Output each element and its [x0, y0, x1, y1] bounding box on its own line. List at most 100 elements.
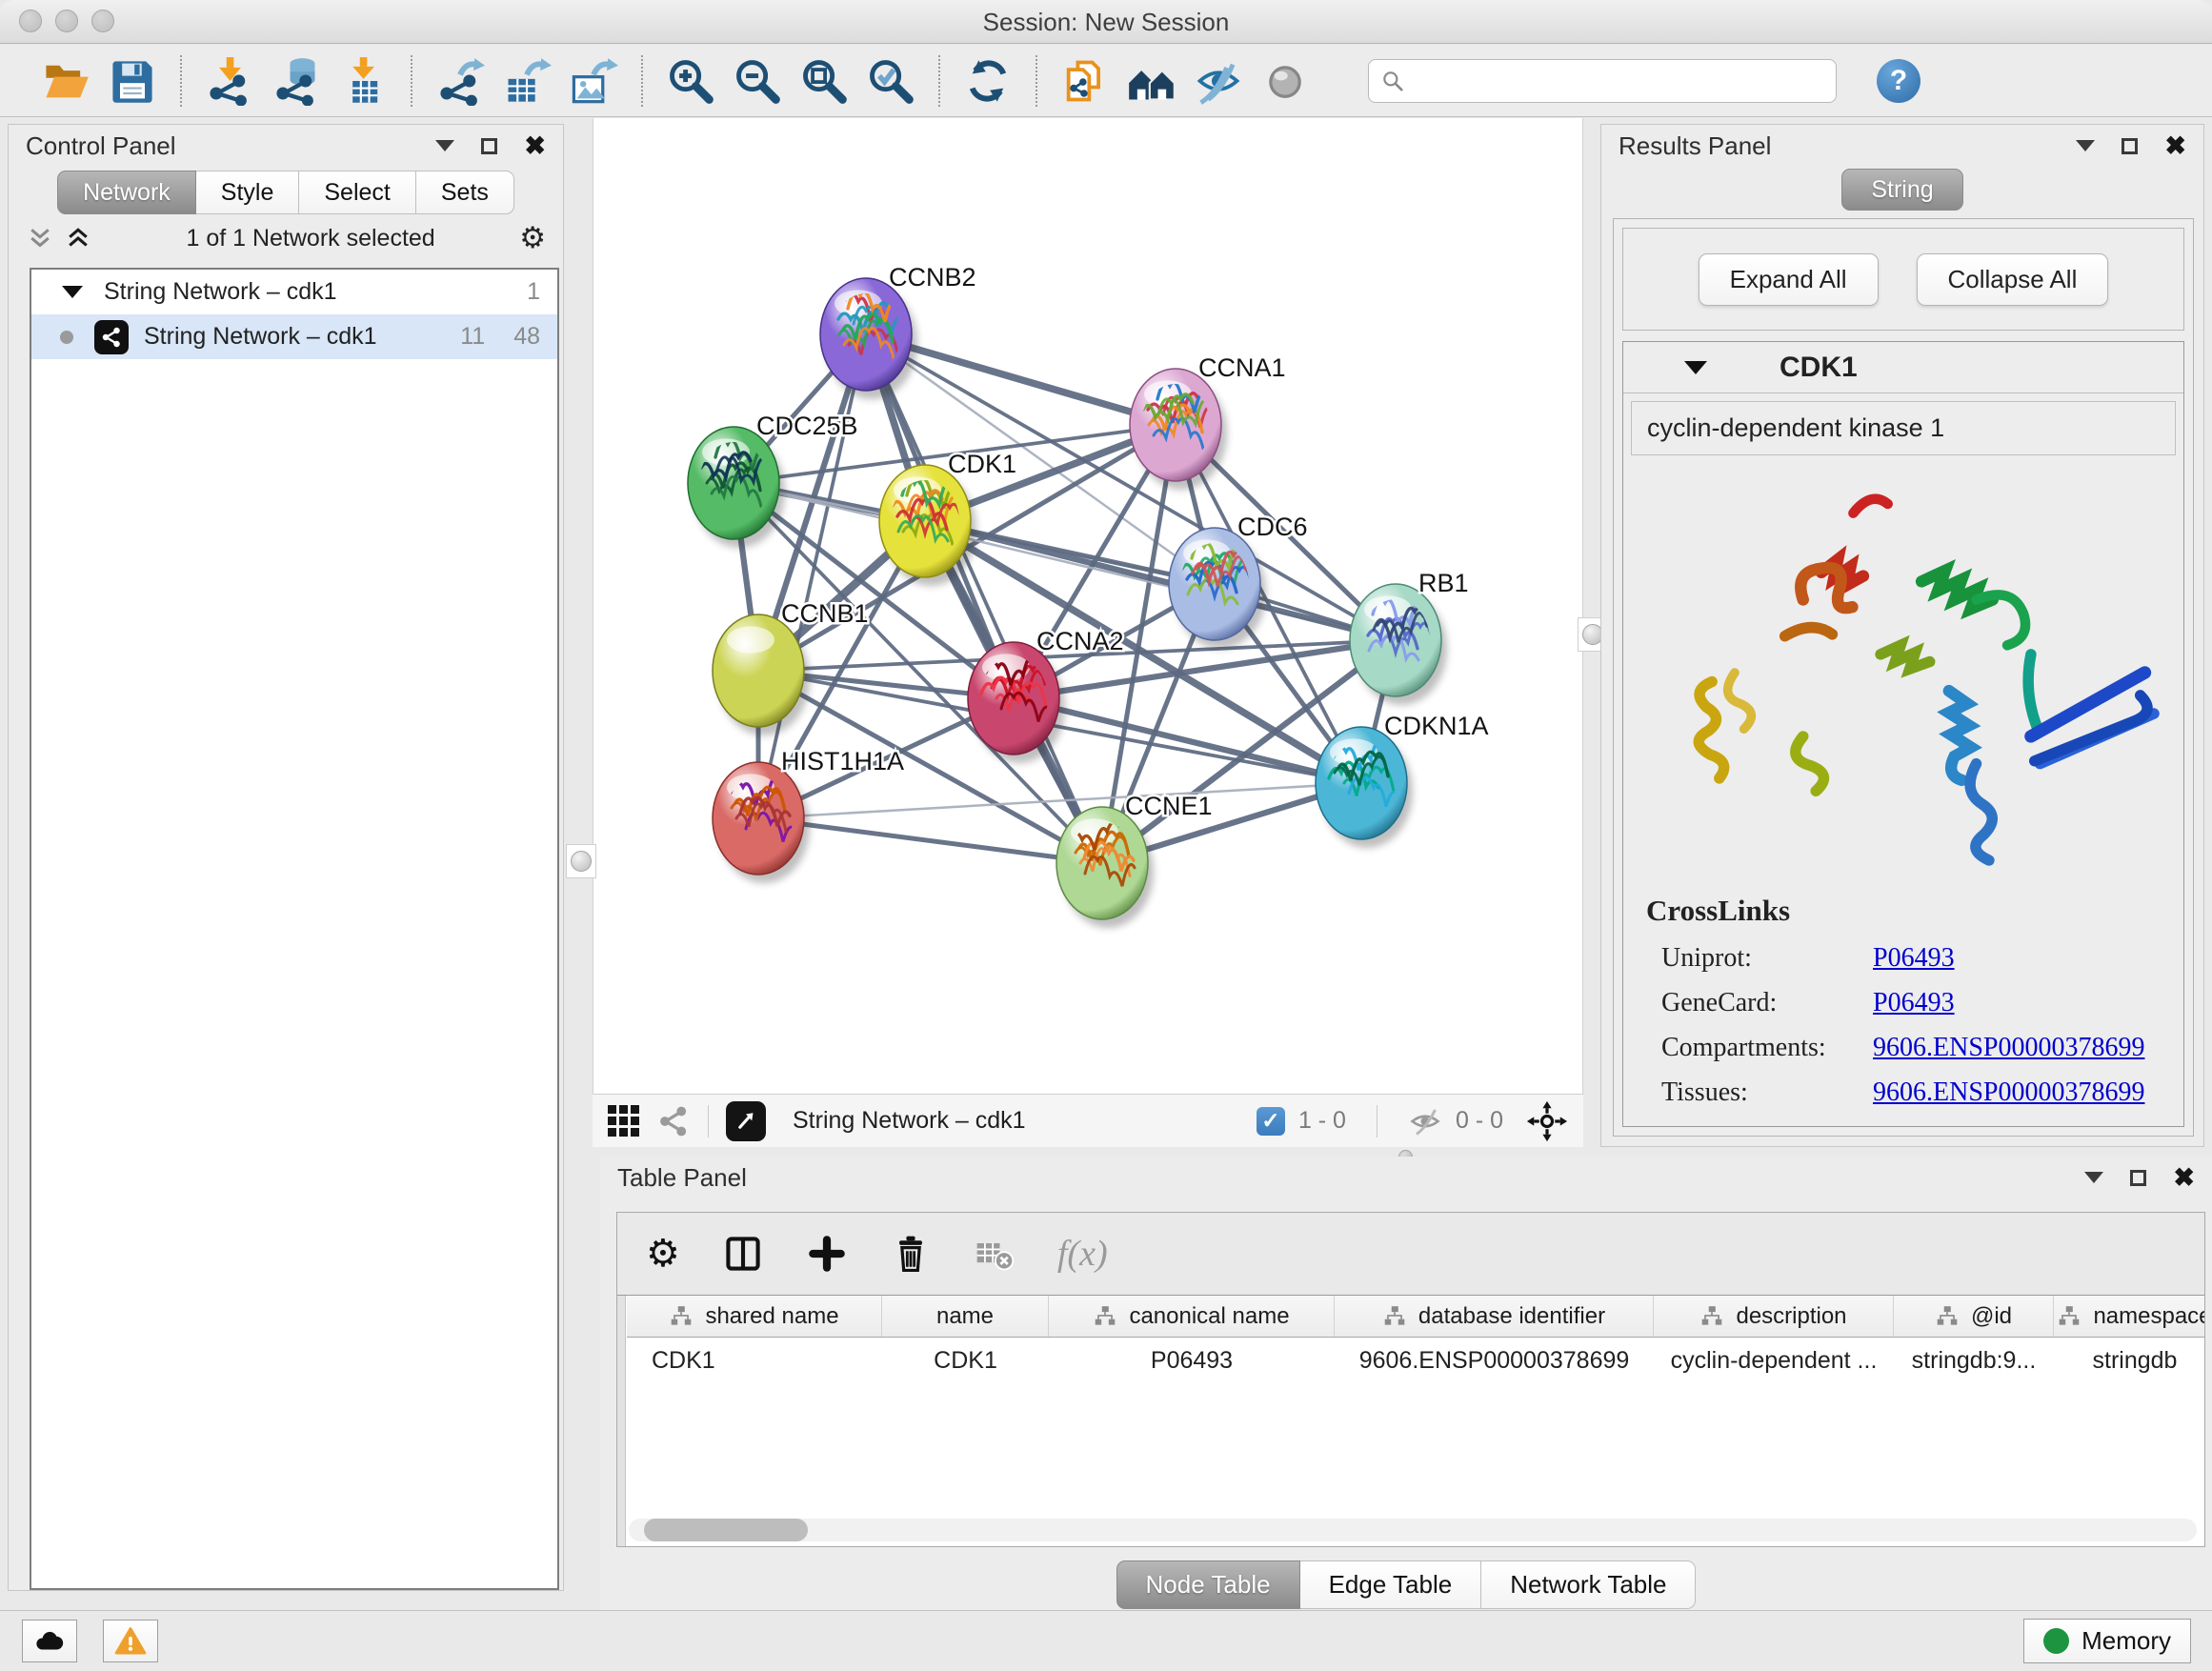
network-node-RB1[interactable]: [1350, 584, 1447, 705]
panel-close-icon[interactable]: [2173, 1165, 2195, 1191]
search-field[interactable]: [1368, 59, 1837, 103]
delete-column-icon[interactable]: [890, 1233, 932, 1275]
hide-panels-button[interactable]: [1190, 52, 1247, 110]
zoom-in-button[interactable]: [662, 52, 719, 110]
network-node-CDKN1A[interactable]: [1316, 727, 1413, 848]
export-network-button[interactable]: [432, 52, 489, 110]
window-close-button[interactable]: [19, 10, 42, 32]
table-options-gear-icon[interactable]: ⚙: [646, 1232, 680, 1276]
tab-select[interactable]: Select: [299, 171, 415, 214]
crosslink-link[interactable]: P06493: [1873, 1122, 1955, 1127]
tab-style[interactable]: Style: [196, 171, 300, 214]
column-header--id[interactable]: @id: [1894, 1296, 2054, 1337]
panel-float-icon[interactable]: [481, 138, 497, 154]
table-cell[interactable]: cyclin-dependent ...: [1654, 1338, 1894, 1383]
birds-eye-view-button[interactable]: [726, 1101, 766, 1141]
column-header-database-identifier[interactable]: database identifier: [1335, 1296, 1654, 1337]
search-input[interactable]: [1415, 67, 1824, 95]
import-table-from-file-button[interactable]: [334, 52, 392, 110]
scrollbar-thumb[interactable]: [644, 1519, 808, 1541]
tab-node-table[interactable]: Node Table: [1116, 1560, 1300, 1609]
expand-all-button[interactable]: Expand All: [1699, 253, 1879, 306]
tab-edge-table[interactable]: Edge Table: [1300, 1560, 1482, 1609]
edge-HIST1H1A-CCNE1[interactable]: [758, 818, 1102, 863]
warnings-button[interactable]: [103, 1620, 158, 1662]
cloud-button[interactable]: [22, 1620, 77, 1662]
import-network-from-file-button[interactable]: [201, 52, 258, 110]
add-column-icon[interactable]: [806, 1233, 848, 1275]
help-button[interactable]: ?: [1877, 59, 1920, 103]
show-panels-button[interactable]: [1257, 52, 1314, 110]
open-session-button[interactable]: [37, 52, 94, 110]
collection-expand-icon[interactable]: [62, 286, 83, 298]
save-session-button[interactable]: [104, 52, 161, 110]
network-node-CCNB2[interactable]: [820, 278, 917, 399]
network-collection-row[interactable]: String Network – cdk1 1: [31, 270, 557, 314]
column-header-shared-name[interactable]: shared name: [627, 1296, 882, 1337]
panel-close-icon[interactable]: [2164, 133, 2186, 159]
column-header-canonical-name[interactable]: canonical name: [1049, 1296, 1335, 1337]
network-node-CDC6[interactable]: [1169, 528, 1266, 649]
tab-network-table[interactable]: Network Table: [1481, 1560, 1696, 1609]
export-table-button[interactable]: [498, 52, 555, 110]
network-node-HIST1H1A[interactable]: [713, 762, 810, 883]
panel-menu-icon[interactable]: [2076, 140, 2095, 151]
horizontal-scrollbar[interactable]: [629, 1519, 2197, 1541]
network-share-icon[interactable]: [656, 1104, 691, 1138]
network-node-CDK1[interactable]: [879, 465, 976, 586]
table-cell[interactable]: CDK1: [627, 1338, 882, 1383]
panel-menu-icon[interactable]: [435, 140, 454, 151]
table-row[interactable]: CDK1CDK1P064939606.ENSP00000378699cyclin…: [627, 1338, 2204, 1383]
gene-entry-header[interactable]: CDK1: [1623, 342, 2183, 393]
window-zoom-button[interactable]: [91, 10, 114, 32]
crosslink-link[interactable]: P06493: [1873, 943, 1955, 974]
column-header-namespace[interactable]: namespace: [2054, 1296, 2204, 1337]
import-network-from-database-button[interactable]: [268, 52, 325, 110]
panel-float-icon[interactable]: [2122, 138, 2138, 154]
zoom-out-button[interactable]: [729, 52, 786, 110]
network-node-CCNE1[interactable]: [1056, 807, 1154, 928]
collapse-all-button[interactable]: Collapse All: [1917, 253, 2109, 306]
network-node-CCNA1[interactable]: [1130, 369, 1227, 490]
network-view-canvas[interactable]: CCNB2CCNA1CDC25BCDK1CDC6RB1CCNB1CCNA2CDK…: [593, 118, 1583, 1094]
table-cell[interactable]: 9606.ENSP00000378699: [1335, 1338, 1654, 1383]
apply-preferred-layout-button[interactable]: [959, 52, 1016, 110]
selected-nodes-checkbox-icon[interactable]: [1257, 1107, 1285, 1136]
crosslink-link[interactable]: 9606.ENSP00000378699: [1873, 1077, 2144, 1108]
network-graph[interactable]: CCNB2CCNA1CDC25BCDK1CDC6RB1CCNB1CCNA2CDK…: [593, 118, 1584, 1094]
network-node-CCNA2[interactable]: [968, 642, 1065, 763]
edge-CCNB2-CCNE1[interactable]: [866, 334, 1102, 863]
column-header-description[interactable]: description: [1654, 1296, 1894, 1337]
crosslink-link[interactable]: 9606.ENSP00000378699: [1873, 1033, 2144, 1063]
show-columns-icon[interactable]: [722, 1233, 764, 1275]
left-splitter-handle[interactable]: [566, 844, 596, 878]
clone-network-button[interactable]: [1056, 52, 1114, 110]
panel-float-icon[interactable]: [2130, 1170, 2146, 1186]
grid-view-icon[interactable]: [608, 1105, 639, 1137]
edge-CCNB2-HIST1H1A[interactable]: [758, 334, 866, 818]
network-options-gear-icon[interactable]: ⚙: [519, 221, 546, 255]
tab-sets[interactable]: Sets: [416, 171, 514, 214]
column-header-name[interactable]: name: [882, 1296, 1049, 1337]
memory-button[interactable]: Memory: [2023, 1619, 2191, 1663]
panel-close-icon[interactable]: [524, 133, 546, 159]
expand-all-icon[interactable]: [64, 224, 92, 252]
tab-string[interactable]: String: [1841, 169, 1962, 211]
zoom-selected-button[interactable]: [862, 52, 919, 110]
zoom-fit-content-button[interactable]: [795, 52, 853, 110]
string-home-button[interactable]: [1123, 52, 1180, 110]
export-image-button[interactable]: [565, 52, 622, 110]
table-cell[interactable]: CDK1: [882, 1338, 1049, 1383]
window-minimize-button[interactable]: [55, 10, 78, 32]
entry-collapse-icon[interactable]: [1684, 361, 1707, 374]
move-tool-icon[interactable]: [1526, 1100, 1568, 1142]
table-cell[interactable]: P06493: [1049, 1338, 1335, 1383]
table-cell[interactable]: stringdb: [2054, 1338, 2204, 1383]
tab-network[interactable]: Network: [57, 171, 196, 214]
hidden-elements-icon[interactable]: [1408, 1104, 1442, 1138]
network-row-selected[interactable]: String Network – cdk1 11 48: [31, 314, 557, 359]
collapse-all-icon[interactable]: [26, 224, 54, 252]
table-cell[interactable]: stringdb:9...: [1894, 1338, 2054, 1383]
panel-menu-icon[interactable]: [2084, 1172, 2103, 1183]
crosslink-link[interactable]: P06493: [1873, 988, 1955, 1018]
